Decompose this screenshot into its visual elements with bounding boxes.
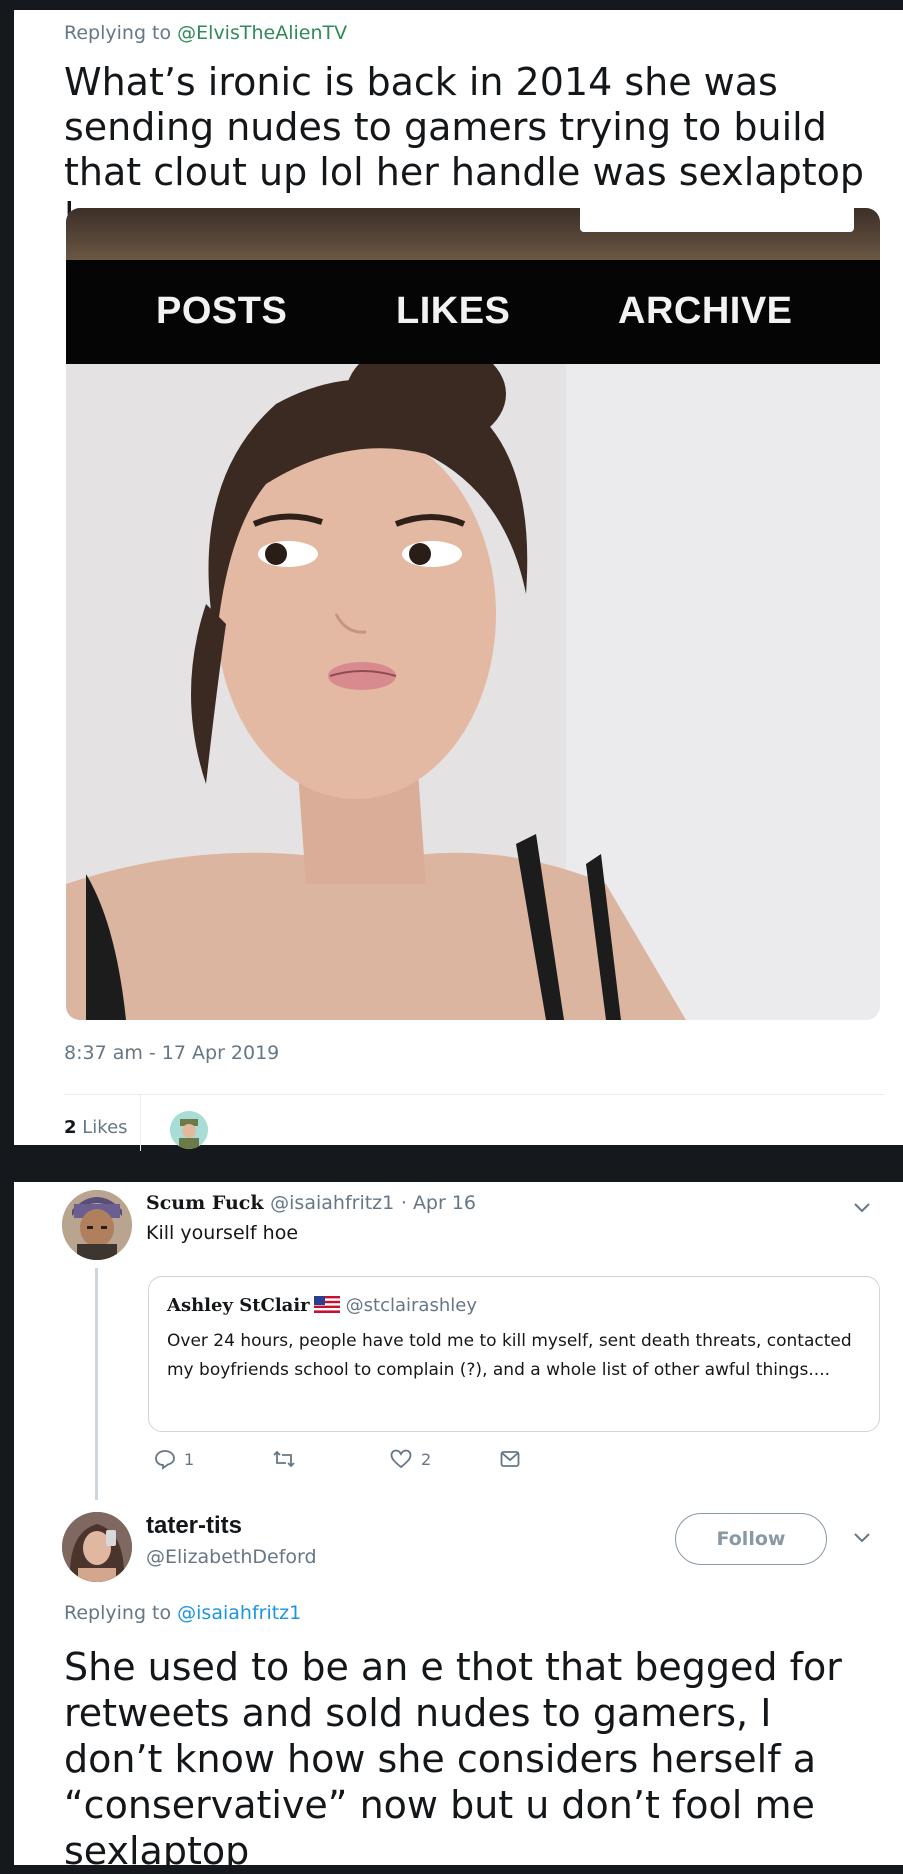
replying-to: Replying to @isaiahfritz1 [64, 1602, 301, 1624]
divider [64, 1094, 884, 1095]
quoted-author-name: Ashley StClair [167, 1295, 310, 1316]
liker-avatar[interactable] [170, 1111, 208, 1149]
tweet-text: Kill yourself hoe [146, 1222, 299, 1244]
portrait-photo [66, 364, 880, 1020]
tweet-date[interactable]: · Apr 16 [401, 1192, 476, 1214]
liker-avatar-image [170, 1111, 208, 1149]
replying-to-handle-link[interactable]: @ElvisTheAlienTV [177, 22, 347, 44]
chevron-down-icon[interactable] [852, 1200, 872, 1214]
replying-to-label: Replying to [64, 1602, 178, 1624]
reply-count: 1 [184, 1449, 195, 1469]
tweet-author-line: Scum Fuck @isaiahfritz1 · Apr 16 [146, 1192, 476, 1214]
direct-message-button[interactable] [499, 1448, 521, 1470]
like-button[interactable]: 2 [389, 1448, 431, 1470]
thread-line [95, 1268, 98, 1500]
tweet-media-image[interactable]: POSTS LIKES ARCHIVE [66, 208, 880, 1020]
author-handle[interactable]: @ElizabethDeford [146, 1546, 317, 1568]
replying-to-handle-link[interactable]: @isaiahfritz1 [177, 1602, 301, 1624]
quoted-author-line: Ashley StClair @stclairashley [167, 1295, 477, 1316]
likes-number: 2 [64, 1117, 77, 1138]
follow-button[interactable]: Follow [675, 1513, 827, 1565]
tweet-thread-panel: Scum Fuck @isaiahfritz1 · Apr 16 Kill yo… [14, 1182, 903, 1873]
chevron-down-icon[interactable] [852, 1530, 872, 1544]
replying-to: Replying to @ElvisTheAlienTV [64, 22, 347, 44]
retweet-icon [273, 1450, 295, 1468]
author-handle[interactable]: @isaiahfritz1 [270, 1192, 394, 1214]
quoted-author-handle: @stclairashley [345, 1295, 477, 1316]
us-flag-icon [313, 1296, 340, 1313]
tweet-timestamp[interactable]: 8:37 am - 17 Apr 2019 [64, 1042, 279, 1064]
media-tab-posts: POSTS [156, 290, 288, 332]
quoted-tweet-text: Over 24 hours, people have told me to ki… [167, 1331, 852, 1380]
envelope-icon [500, 1451, 520, 1467]
reply-icon [155, 1450, 175, 1470]
media-nav-bar: POSTS LIKES ARCHIVE [66, 260, 880, 364]
avatar-image [62, 1190, 132, 1260]
tweet-panel-top: Replying to @ElvisTheAlienTV What’s iron… [14, 10, 903, 1151]
replying-to-label: Replying to [64, 22, 178, 44]
heart-icon [390, 1449, 412, 1469]
quoted-tweet[interactable]: Ashley StClair @stclairashley Over 24 ho… [148, 1276, 880, 1432]
like-count: 2 [421, 1449, 432, 1469]
media-tab-likes: LIKES [396, 290, 511, 332]
avatar[interactable] [62, 1190, 132, 1260]
likes-count[interactable]: 2 Likes [64, 1117, 128, 1138]
author-name[interactable]: tater-tits [146, 1512, 242, 1540]
likes-separator [140, 1095, 141, 1151]
retweet-button[interactable] [271, 1448, 305, 1470]
author-name[interactable]: Scum Fuck [146, 1192, 264, 1214]
avatar-image [62, 1512, 132, 1582]
likes-label: Likes [82, 1117, 128, 1138]
media-header-strip [66, 208, 880, 260]
tweet-text: She used to be an e thot that begged for… [64, 1645, 842, 1873]
reply-button[interactable]: 1 [154, 1448, 194, 1470]
media-tab-archive: ARCHIVE [618, 290, 793, 332]
avatar[interactable] [62, 1512, 132, 1582]
